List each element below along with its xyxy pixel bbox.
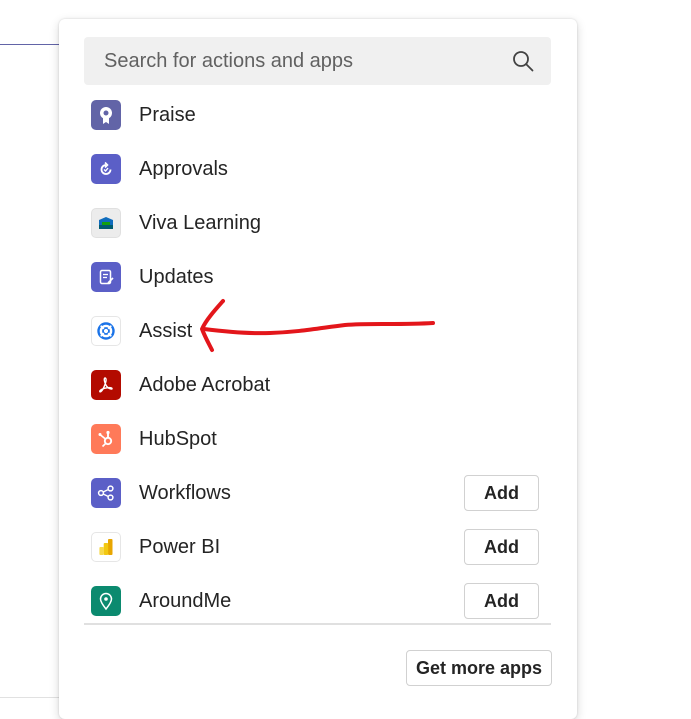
add-power-bi-button[interactable]: Add	[464, 529, 539, 565]
app-item-updates[interactable]: Updates	[91, 255, 551, 299]
app-item-power-bi[interactable]: Power BI Add	[91, 525, 551, 569]
adobe-acrobat-icon	[91, 370, 121, 400]
app-label: Power BI	[139, 535, 221, 558]
workflows-icon	[91, 478, 121, 508]
add-aroundme-button[interactable]: Add	[464, 583, 539, 619]
search-input[interactable]	[102, 48, 506, 74]
assist-icon	[91, 316, 121, 346]
app-item-adobe-acrobat[interactable]: Adobe Acrobat	[91, 363, 551, 407]
app-label: Workflows	[139, 481, 231, 504]
apps-flyout: Praise Approvals Viva Learning Updates A…	[59, 19, 577, 719]
app-item-workflows[interactable]: Workflows Add	[91, 471, 551, 515]
app-label: Adobe Acrobat	[139, 373, 271, 396]
approvals-icon	[91, 154, 121, 184]
app-label: Assist	[139, 319, 193, 342]
app-label: Viva Learning	[139, 211, 261, 234]
app-item-approvals[interactable]: Approvals	[91, 147, 551, 191]
app-item-viva-learning[interactable]: Viva Learning	[91, 201, 551, 245]
background-divider	[0, 697, 60, 698]
get-more-apps-button[interactable]: Get more apps	[406, 650, 552, 686]
app-item-aroundme[interactable]: AroundMe Add	[91, 579, 551, 623]
app-item-praise[interactable]: Praise	[91, 93, 551, 137]
power-bi-icon	[91, 532, 121, 562]
app-item-assist[interactable]: Assist	[91, 309, 551, 353]
viva-learning-icon	[91, 208, 121, 238]
app-label: Praise	[139, 103, 196, 126]
praise-icon	[91, 100, 121, 130]
app-label: AroundMe	[139, 589, 232, 612]
background-divider	[0, 44, 60, 45]
search-icon[interactable]	[511, 49, 535, 73]
aroundme-icon	[91, 586, 121, 616]
hubspot-icon	[91, 424, 121, 454]
app-label: Approvals	[139, 157, 228, 180]
app-label: Updates	[139, 265, 214, 288]
app-label: HubSpot	[139, 427, 217, 450]
add-workflows-button[interactable]: Add	[464, 475, 539, 511]
updates-icon	[91, 262, 121, 292]
search-box[interactable]	[84, 37, 551, 85]
app-item-hubspot[interactable]: HubSpot	[91, 417, 551, 461]
list-divider	[84, 623, 551, 625]
